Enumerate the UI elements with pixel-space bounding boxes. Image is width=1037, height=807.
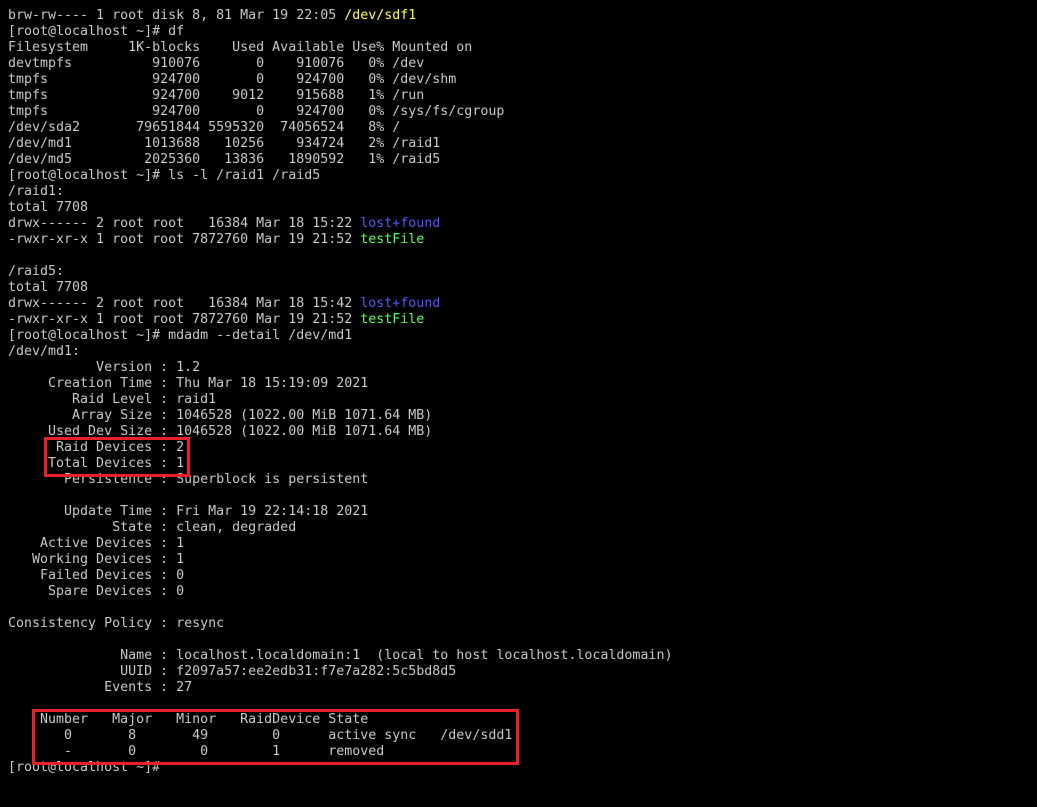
terminal-line: Consistency Policy : resync — [8, 616, 1028, 632]
terminal-line-text: -rwxr-xr-x 1 root root 7872760 Mar 19 21… — [8, 312, 361, 327]
terminal-output[interactable]: brw-rw---- 1 root disk 8, 81 Mar 19 22:0… — [8, 8, 1028, 798]
terminal-line-text: total 7708 — [8, 200, 89, 215]
terminal-line-text: /dev/md5 2025360 13836 1890592 1% /raid5 — [8, 152, 441, 167]
terminal-line-text: /raid5: — [8, 264, 65, 279]
terminal-line-text: Failed Devices : 0 — [8, 568, 185, 583]
terminal-line: /raid1: — [8, 184, 1028, 200]
terminal-line: UUID : f2097a57:ee2edb31:f7e7a282:5c5bd8… — [8, 664, 1028, 680]
terminal-line-text: tmpfs 924700 0 924700 0% /dev/shm — [8, 72, 457, 87]
terminal-line: Working Devices : 1 — [8, 552, 1028, 568]
terminal-line: Raid Level : raid1 — [8, 392, 1028, 408]
terminal-line: 0 8 49 0 active sync /dev/sdd1 — [8, 728, 1028, 744]
terminal-line: Total Devices : 1 — [8, 456, 1028, 472]
terminal-line-text: Version : 1.2 — [8, 360, 201, 375]
terminal-line: [root@localhost ~]# ls -l /raid1 /raid5 — [8, 168, 1028, 184]
terminal-line-text: /dev/md1 1013688 10256 934724 2% /raid1 — [8, 136, 441, 151]
terminal-line: Active Devices : 1 — [8, 536, 1028, 552]
terminal-line-text: tmpfs 924700 9012 915688 1% /run — [8, 88, 425, 103]
terminal-line: Number Major Minor RaidDevice State — [8, 712, 1028, 728]
terminal-line-text: -rwxr-xr-x 1 root root 7872760 Mar 19 21… — [8, 232, 361, 247]
terminal-line: [root@localhost ~]# — [8, 760, 1028, 776]
terminal-line-text: Persistence : Superblock is persistent — [8, 472, 369, 487]
terminal-line: /dev/md1 1013688 10256 934724 2% /raid1 — [8, 136, 1028, 152]
terminal-line-text: Raid Devices : 2 — [8, 440, 185, 455]
terminal-line: /dev/sda2 79651844 5595320 74056524 8% / — [8, 120, 1028, 136]
terminal-line: total 7708 — [8, 280, 1028, 296]
terminal-line-text: /dev/md1: — [8, 344, 81, 359]
terminal-line: -rwxr-xr-x 1 root root 7872760 Mar 19 21… — [8, 232, 1028, 248]
terminal-line-text: Working Devices : 1 — [8, 552, 185, 567]
terminal-line: Array Size : 1046528 (1022.00 MiB 1071.6… — [8, 408, 1028, 424]
terminal-line-text: /raid1: — [8, 184, 65, 199]
terminal-line-text: Events : 27 — [8, 680, 193, 695]
terminal-line: Filesystem 1K-blocks Used Available Use%… — [8, 40, 1028, 56]
terminal-line-text: 0 8 49 0 active sync /dev/sdd1 — [8, 728, 513, 743]
terminal-highlight-text: lost+found — [360, 216, 441, 231]
terminal-line-text: Name : localhost.localdomain:1 (local to… — [8, 648, 673, 663]
terminal-line: Update Time : Fri Mar 19 22:14:18 2021 — [8, 504, 1028, 520]
terminal-line-text: Number Major Minor RaidDevice State — [8, 712, 369, 727]
terminal-line-text: drwx------ 2 root root 16384 Mar 18 15:4… — [8, 296, 361, 311]
terminal-line: Spare Devices : 0 — [8, 584, 1028, 600]
terminal-line-text: Consistency Policy : resync — [8, 616, 225, 631]
terminal-line-text: [root@localhost ~]# mdadm --detail /dev/… — [8, 328, 353, 343]
terminal-highlight-text: testFile — [360, 232, 425, 247]
terminal-line-text: devtmpfs 910076 0 910076 0% /dev — [8, 56, 425, 71]
terminal-line: Used Dev Size : 1046528 (1022.00 MiB 107… — [8, 424, 1028, 440]
terminal-line: drwx------ 2 root root 16384 Mar 18 15:4… — [8, 296, 1028, 312]
terminal-line: Raid Devices : 2 — [8, 440, 1028, 456]
terminal-line: -rwxr-xr-x 1 root root 7872760 Mar 19 21… — [8, 312, 1028, 328]
terminal-line-text: UUID : f2097a57:ee2edb31:f7e7a282:5c5bd8… — [8, 664, 457, 679]
terminal-line-text: drwx------ 2 root root 16384 Mar 18 15:2… — [8, 216, 361, 231]
terminal-line-text: Total Devices : 1 — [8, 456, 185, 471]
terminal-line: /dev/md1: — [8, 344, 1028, 360]
terminal-line-text: Creation Time : Thu Mar 18 15:19:09 2021 — [8, 376, 369, 391]
terminal-line-text: brw-rw---- 1 root disk 8, 81 Mar 19 22:0… — [8, 8, 345, 23]
terminal-highlight-text: testFile — [360, 312, 425, 327]
terminal-line: tmpfs 924700 0 924700 0% /sys/fs/cgroup — [8, 104, 1028, 120]
terminal-line: tmpfs 924700 9012 915688 1% /run — [8, 88, 1028, 104]
terminal-line: Failed Devices : 0 — [8, 568, 1028, 584]
terminal-line: [root@localhost ~]# df — [8, 24, 1028, 40]
terminal-line: /raid5: — [8, 264, 1028, 280]
terminal-line-text: - 0 0 1 removed — [8, 744, 385, 759]
terminal-line: [root@localhost ~]# mdadm --detail /dev/… — [8, 328, 1028, 344]
terminal-line: /dev/md5 2025360 13836 1890592 1% /raid5 — [8, 152, 1028, 168]
terminal-line-text: Raid Level : raid1 — [8, 392, 217, 407]
terminal-line-text: Used Dev Size : 1046528 (1022.00 MiB 107… — [8, 424, 433, 439]
terminal-line-text: tmpfs 924700 0 924700 0% /sys/fs/cgroup — [8, 104, 505, 119]
terminal-line: Version : 1.2 — [8, 360, 1028, 376]
terminal-line-text: [root@localhost ~]# — [8, 760, 161, 775]
terminal-line: Persistence : Superblock is persistent — [8, 472, 1028, 488]
terminal-line-text: Array Size : 1046528 (1022.00 MiB 1071.6… — [8, 408, 433, 423]
terminal-line-text: [root@localhost ~]# ls -l /raid1 /raid5 — [8, 168, 321, 183]
terminal-line: devtmpfs 910076 0 910076 0% /dev — [8, 56, 1028, 72]
terminal-line: Creation Time : Thu Mar 18 15:19:09 2021 — [8, 376, 1028, 392]
terminal-line-text: Active Devices : 1 — [8, 536, 185, 551]
terminal-line: brw-rw---- 1 root disk 8, 81 Mar 19 22:0… — [8, 8, 1028, 24]
terminal-line: - 0 0 1 removed — [8, 744, 1028, 760]
terminal-line: State : clean, degraded — [8, 520, 1028, 536]
terminal-line-text: [root@localhost ~]# df — [8, 24, 185, 39]
terminal-line: drwx------ 2 root root 16384 Mar 18 15:2… — [8, 216, 1028, 232]
terminal-line: tmpfs 924700 0 924700 0% /dev/shm — [8, 72, 1028, 88]
terminal-line-text: State : clean, degraded — [8, 520, 297, 535]
terminal-line-text: Update Time : Fri Mar 19 22:14:18 2021 — [8, 504, 369, 519]
terminal-line-text: Spare Devices : 0 — [8, 584, 185, 599]
terminal-highlight-text: lost+found — [360, 296, 441, 311]
terminal-line: total 7708 — [8, 200, 1028, 216]
terminal-line-text: /dev/sda2 79651844 5595320 74056524 8% / — [8, 120, 401, 135]
terminal-highlight-text: /dev/sdf1 — [344, 8, 417, 23]
terminal-line-text: Filesystem 1K-blocks Used Available Use%… — [8, 40, 473, 55]
terminal-line-text: total 7708 — [8, 280, 89, 295]
terminal-line: Name : localhost.localdomain:1 (local to… — [8, 648, 1028, 664]
terminal-line: Events : 27 — [8, 680, 1028, 696]
